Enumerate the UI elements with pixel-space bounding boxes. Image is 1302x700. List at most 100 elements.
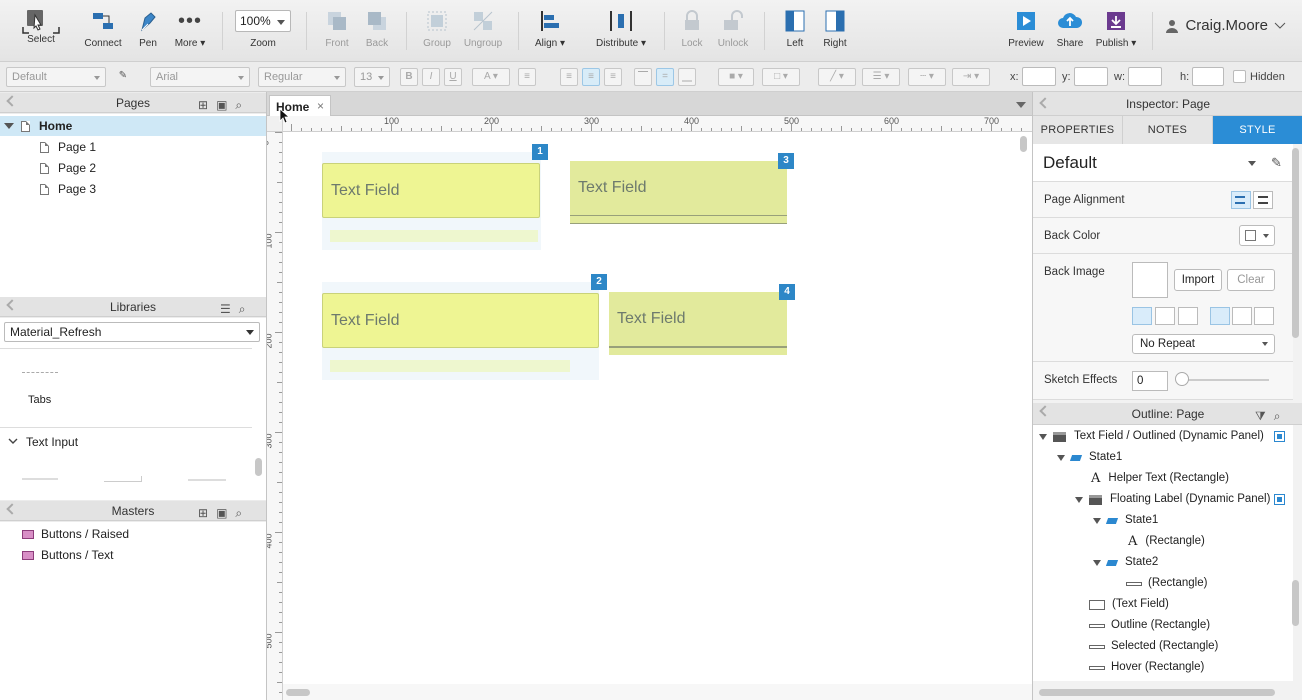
bold-icon[interactable]: B bbox=[400, 68, 418, 86]
page-item-page3[interactable]: Page 3 bbox=[40, 179, 96, 199]
text-align-center-icon[interactable]: ≡ bbox=[582, 68, 600, 86]
outline-item-state1-nested[interactable]: State1 bbox=[1093, 510, 1158, 531]
valign-top-icon[interactable]: ⎺ bbox=[634, 68, 652, 86]
expand-triangle-icon[interactable] bbox=[1093, 559, 1101, 570]
tab-style[interactable]: STYLE bbox=[1213, 116, 1302, 144]
connect-tool[interactable]: Connect bbox=[80, 8, 126, 58]
canvas-vertical-scrollbar[interactable] bbox=[1020, 136, 1027, 152]
preview-button[interactable]: Preview bbox=[1004, 8, 1048, 58]
libraries-scrollbar[interactable] bbox=[255, 458, 262, 476]
x-input[interactable] bbox=[1022, 67, 1056, 86]
align-center-icon[interactable] bbox=[1253, 191, 1273, 209]
pin-icon[interactable] bbox=[6, 503, 18, 515]
outline-item-rectangle[interactable]: A (Rectangle) bbox=[1128, 531, 1205, 552]
text-align-left-icon[interactable]: ≡ bbox=[560, 68, 578, 86]
add-folder-icon[interactable]: ▣ bbox=[216, 95, 227, 115]
valign-middle-icon[interactable] bbox=[1232, 307, 1252, 325]
search-icon[interactable]: ⌕ bbox=[1274, 405, 1281, 427]
pin-icon[interactable] bbox=[1039, 405, 1051, 417]
h-input[interactable] bbox=[1192, 67, 1224, 86]
outline-item-outline[interactable]: Outline (Rectangle) bbox=[1089, 615, 1210, 636]
expand-triangle-icon[interactable] bbox=[1057, 454, 1065, 465]
publish-button[interactable]: Publish ▾ bbox=[1092, 8, 1140, 58]
page-item-home[interactable]: Home bbox=[0, 116, 266, 136]
more-tool[interactable]: ••• More ▾ bbox=[168, 8, 212, 58]
repeat-select[interactable]: No Repeat bbox=[1132, 334, 1275, 354]
outline-scrollbar[interactable] bbox=[1292, 580, 1299, 626]
text-field-filled-3[interactable]: Text Field bbox=[570, 161, 787, 224]
text-input-thumbnail[interactable] bbox=[104, 476, 142, 482]
outline-item-hover[interactable]: Hover (Rectangle) bbox=[1089, 657, 1204, 678]
w-input[interactable] bbox=[1128, 67, 1162, 86]
outline-item-rectangle[interactable]: (Rectangle) bbox=[1126, 573, 1207, 594]
align-button[interactable]: Align ▾ bbox=[530, 8, 570, 58]
footnote-badge[interactable]: 1 bbox=[532, 144, 548, 160]
footnote-badge[interactable]: 3 bbox=[778, 153, 794, 169]
text-field-outlined-1[interactable]: Text Field bbox=[322, 152, 541, 250]
underline-icon[interactable]: U bbox=[444, 68, 462, 86]
font-select[interactable]: Arial bbox=[150, 67, 250, 87]
select-tool[interactable]: Select bbox=[12, 8, 70, 58]
close-icon[interactable]: × bbox=[317, 99, 324, 113]
back-color-picker[interactable] bbox=[1239, 225, 1275, 246]
outline-item-state1[interactable]: State1 bbox=[1057, 447, 1122, 468]
menu-icon[interactable]: ☰ bbox=[220, 299, 231, 319]
master-item-buttons-text[interactable]: Buttons / Text bbox=[22, 545, 114, 565]
inspector-scrollbar[interactable] bbox=[1292, 148, 1299, 338]
text-field-filled-4[interactable]: Text Field bbox=[609, 292, 787, 355]
share-button[interactable]: Share bbox=[1052, 8, 1088, 58]
page-item-page1[interactable]: Page 1 bbox=[40, 137, 96, 157]
style-name-row[interactable]: Default ✎ bbox=[1033, 144, 1293, 182]
sketch-slider-thumb[interactable] bbox=[1175, 372, 1189, 386]
text-input-thumbnail[interactable] bbox=[22, 476, 58, 480]
valign-top-icon[interactable] bbox=[1210, 307, 1230, 325]
text-field-outlined-2[interactable]: Text Field bbox=[322, 282, 599, 380]
page-item-page2[interactable]: Page 2 bbox=[40, 158, 96, 178]
search-icon[interactable]: ⌕ bbox=[239, 299, 246, 319]
footnote-badge[interactable]: 4 bbox=[779, 284, 795, 300]
add-master-icon[interactable]: ⊞ bbox=[198, 503, 208, 523]
expand-triangle-icon[interactable] bbox=[1039, 433, 1047, 444]
tab-overflow-icon[interactable] bbox=[1016, 102, 1026, 113]
valign-bottom-icon[interactable] bbox=[1254, 307, 1274, 325]
halign-left-icon[interactable] bbox=[1132, 307, 1152, 325]
search-icon[interactable]: ⌕ bbox=[235, 95, 242, 115]
line-style-icon[interactable]: ┄ ▾ bbox=[908, 68, 946, 86]
italic-icon[interactable]: I bbox=[422, 68, 440, 86]
text-input-thumbnail[interactable] bbox=[188, 478, 226, 481]
distribute-button[interactable]: Distribute ▾ bbox=[592, 8, 650, 58]
sketch-slider-track[interactable] bbox=[1181, 379, 1269, 381]
master-item-buttons-raised[interactable]: Buttons / Raised bbox=[22, 524, 129, 544]
shadow-icon[interactable]: □ ▾ bbox=[762, 68, 800, 86]
text-align-right-icon[interactable]: ≡ bbox=[604, 68, 622, 86]
outline-item-state2[interactable]: State2 bbox=[1093, 552, 1158, 573]
search-icon[interactable]: ⌕ bbox=[235, 503, 242, 523]
pin-icon[interactable] bbox=[6, 299, 18, 311]
ungroup-button[interactable]: Ungroup bbox=[460, 8, 506, 58]
outline-item-text-field-outlined[interactable]: Text Field / Outlined (Dynamic Panel) bbox=[1039, 426, 1293, 447]
dropdown-arrow-icon[interactable] bbox=[1248, 161, 1256, 170]
outline-horizontal-scrollbar[interactable] bbox=[1039, 689, 1275, 696]
line-color-icon[interactable]: ╱ ▾ bbox=[818, 68, 856, 86]
left-button[interactable]: Left bbox=[780, 8, 810, 58]
line-weight-icon[interactable]: ☰ ▾ bbox=[862, 68, 900, 86]
outline-item-text-field[interactable]: (Text Field) bbox=[1089, 594, 1169, 615]
pin-icon[interactable] bbox=[1039, 97, 1051, 109]
lock-button[interactable]: Lock bbox=[676, 8, 708, 58]
group-button[interactable]: Group bbox=[418, 8, 456, 58]
outline-item-floating-label[interactable]: Floating Label (Dynamic Panel) bbox=[1075, 489, 1293, 510]
library-group-text-input[interactable]: Text Input bbox=[8, 432, 78, 452]
align-left-icon[interactable] bbox=[1231, 191, 1251, 209]
library-select[interactable]: Material_Refresh bbox=[4, 322, 260, 342]
user-menu[interactable]: Craig.Moore bbox=[1165, 17, 1286, 34]
footnote-badge[interactable]: 2 bbox=[591, 274, 607, 290]
canvas-horizontal-scrollbar[interactable] bbox=[286, 689, 310, 696]
zoom-select[interactable]: 100% bbox=[235, 10, 291, 32]
halign-right-icon[interactable] bbox=[1178, 307, 1198, 325]
unlock-button[interactable]: Unlock bbox=[714, 8, 752, 58]
y-input[interactable] bbox=[1074, 67, 1108, 86]
zoom-control[interactable]: 100% Zoom bbox=[234, 8, 292, 58]
font-color-icon[interactable]: A ▾ bbox=[472, 68, 510, 86]
tab-notes[interactable]: NOTES bbox=[1123, 116, 1213, 144]
expand-triangle-icon[interactable] bbox=[1075, 496, 1083, 507]
